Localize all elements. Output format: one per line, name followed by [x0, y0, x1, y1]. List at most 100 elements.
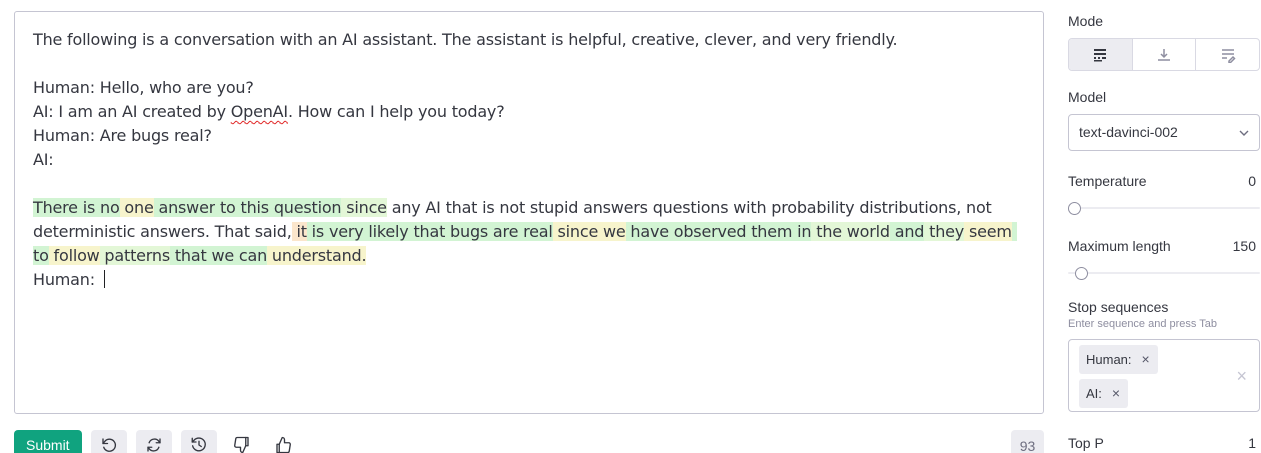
model-value: text-davinci-002 [1079, 124, 1178, 140]
slider-track [1068, 272, 1260, 274]
top-p-row: Top P 1 [1068, 435, 1260, 451]
model-label: Model [1068, 89, 1107, 105]
completion-token[interactable]: in [792, 222, 812, 241]
completion-token[interactable]: . [361, 246, 367, 265]
remove-chip-icon[interactable]: × [1112, 379, 1120, 408]
completion-token[interactable]: There [33, 198, 78, 217]
dialog-text: . How can I help you today? [287, 102, 505, 121]
completion-token[interactable]: them [746, 222, 792, 241]
mode-edit-button[interactable] [1195, 39, 1259, 70]
dialog-line: Human: Are bugs real? [33, 126, 212, 145]
temperature-row: Temperature 0 [1068, 173, 1260, 189]
slider-handle[interactable] [1074, 267, 1088, 280]
dialog-line: Human: Hello, who are you? [33, 78, 254, 97]
completion-token[interactable]: since [552, 222, 598, 241]
completion-token[interactable]: are [488, 222, 518, 241]
completion-token[interactable]: that [169, 246, 207, 265]
human-prompt: Human: [33, 270, 100, 289]
completion-token[interactable]: is [77, 198, 95, 217]
submit-button[interactable]: Submit [14, 430, 82, 453]
temperature-label: Temperature [1068, 173, 1147, 189]
undo-button[interactable] [90, 430, 127, 453]
spellcheck-word: OpenAI [230, 102, 288, 121]
stop-sequence-chip: Human: × [1079, 345, 1158, 374]
completion-token[interactable]: have [625, 222, 669, 241]
remove-chip-icon[interactable]: × [1142, 345, 1150, 374]
refresh-icon [146, 438, 161, 452]
completion-token[interactable]: we [598, 222, 626, 241]
history-icon [191, 437, 206, 452]
clear-all-icon[interactable]: × [1236, 367, 1247, 385]
completion-token[interactable]: it [291, 222, 307, 241]
complete-mode-icon [1094, 48, 1107, 61]
completion-token[interactable]: likely [363, 222, 409, 241]
intro-line: The following is a conversation with an … [33, 30, 898, 49]
completion-token[interactable]: one [119, 198, 154, 217]
mode-complete-button[interactable] [1069, 39, 1132, 70]
completion-token[interactable]: no [95, 198, 120, 217]
completion-token[interactable]: since [341, 198, 387, 217]
slider-handle[interactable] [1068, 202, 1081, 215]
completion-token[interactable]: they [924, 222, 964, 241]
completion-token[interactable]: that [408, 222, 445, 241]
stop-sequences-label: Stop sequences [1068, 299, 1169, 315]
completion-token[interactable]: real [518, 222, 553, 241]
completion-text: There is no one answer to this question … [33, 196, 1025, 268]
max-length-slider[interactable] [1068, 267, 1260, 280]
completion-token[interactable]: understand [267, 246, 362, 265]
completion-token[interactable]: , [287, 222, 292, 241]
stop-sequences-hint: Enter sequence and press Tab [1068, 318, 1218, 330]
completion-token[interactable]: can [233, 246, 267, 265]
chip-label: AI: [1086, 386, 1102, 401]
completion-token[interactable]: world [841, 222, 890, 241]
dialog-text: AI: I am an AI created by [33, 102, 231, 121]
top-p-label: Top P [1068, 435, 1104, 451]
slider-track [1068, 207, 1260, 209]
completion-token[interactable]: patterns [99, 246, 170, 265]
edit-mode-icon [1221, 48, 1236, 63]
temperature-slider[interactable] [1068, 202, 1260, 215]
text-caret [103, 270, 105, 288]
completion-token[interactable]: very [324, 222, 364, 241]
token-count-badge: 93 [1011, 430, 1044, 453]
completion-token[interactable]: is [306, 222, 324, 241]
dialog-line: AI: [33, 150, 54, 169]
mode-insert-button[interactable] [1131, 39, 1196, 70]
insert-mode-icon [1158, 48, 1170, 61]
regenerate-button[interactable] [135, 430, 172, 453]
thumbs-down-icon [233, 436, 249, 453]
dialog-line: AI: I am an AI created by OpenAI. How ca… [33, 100, 1025, 124]
model-select[interactable]: text-davinci-002 [1068, 114, 1260, 151]
completion-token[interactable]: follow [48, 246, 100, 265]
bottom-toolbar: Submit [14, 430, 299, 453]
max-length-value[interactable]: 150 [1233, 238, 1260, 254]
thumbs-down-button[interactable] [226, 430, 258, 453]
completion-token[interactable]: we [206, 246, 234, 265]
temperature-value[interactable]: 0 [1248, 173, 1260, 189]
completion-token[interactable]: observed [668, 222, 747, 241]
prompt-editor[interactable]: The following is a conversation with an … [14, 11, 1044, 414]
completion-token[interactable]: answer [153, 198, 215, 217]
chevron-down-icon [1239, 130, 1249, 136]
completion-token[interactable]: this [235, 198, 269, 217]
history-button[interactable] [180, 430, 217, 453]
completion-token[interactable]: seem [964, 222, 1012, 241]
completion-token[interactable]: the [811, 222, 842, 241]
max-length-label: Maximum length [1068, 238, 1171, 254]
undo-icon [101, 438, 116, 452]
stop-sequences-input[interactable]: Human: × AI: × × [1068, 339, 1260, 412]
thumbs-up-button[interactable] [267, 430, 299, 453]
mode-label: Mode [1068, 13, 1104, 29]
max-length-row: Maximum length 150 [1068, 238, 1260, 254]
completion-token[interactable]: to [215, 198, 236, 217]
top-p-value[interactable]: 1 [1248, 435, 1260, 451]
completion-token[interactable]: bugs [445, 222, 488, 241]
completion-token[interactable]: question [268, 198, 342, 217]
thumbs-up-icon [275, 436, 291, 453]
completion-token[interactable]: and [889, 222, 924, 241]
stop-sequences-row: Stop sequences [1068, 299, 1260, 315]
mode-selector [1068, 38, 1260, 71]
stop-sequence-chip: AI: × [1079, 379, 1129, 408]
